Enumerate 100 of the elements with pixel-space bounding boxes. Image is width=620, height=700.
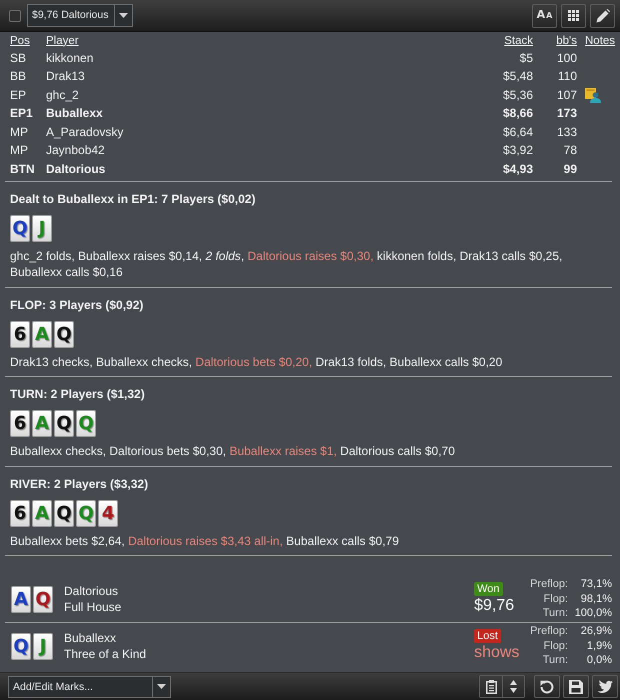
- stack-amount: $6,64: [502, 124, 533, 140]
- position-cell: EP1: [10, 106, 33, 122]
- clipboard-icon: [486, 680, 496, 694]
- playing-card: 6: [10, 500, 30, 526]
- player-name: A_Paradovsky: [46, 124, 124, 140]
- hand-rank: Three of a Kind: [64, 646, 146, 662]
- player-name: ghc_2: [46, 88, 79, 103]
- result-badge: Lost: [474, 629, 501, 643]
- street-title: RIVER: 2 Players ($3,32): [10, 476, 150, 492]
- equity-value: 1,9%: [586, 638, 612, 654]
- big-blind-count: 99: [564, 162, 577, 177]
- player-name: Drak13: [46, 69, 85, 84]
- column-header[interactable]: bb's: [556, 34, 577, 48]
- up-down-arrows-icon: [510, 680, 517, 693]
- save-icon: [569, 680, 583, 694]
- action-text: ghc_2 folds, Buballexx raises $0,14, 2 folds, Daltorious raises $0,30, kikkonen folds, Drak13 calls $0,25, Buballexx calls $0,16: [10, 248, 564, 280]
- player-name: Daltorious: [64, 582, 118, 599]
- result-amount: $9,76: [474, 596, 514, 616]
- pencil-icon: [596, 8, 610, 22]
- playing-card: A: [11, 586, 31, 612]
- equity-label: Preflop:: [530, 577, 568, 592]
- playing-card: 4: [98, 500, 118, 526]
- equity-label: Flop:: [544, 592, 568, 606]
- equity-value: 98,1%: [580, 592, 612, 606]
- playing-card: 6: [10, 410, 30, 437]
- spinner-button[interactable]: [502, 676, 524, 697]
- column-header[interactable]: Notes: [585, 34, 616, 48]
- checkbox[interactable]: [9, 10, 21, 22]
- playing-card: Q: [54, 500, 74, 526]
- marks-dropdown[interactable]: Add/Edit Marks...: [8, 676, 171, 698]
- playing-card: Q: [54, 320, 74, 348]
- position-cell: BTN: [10, 162, 35, 177]
- stack-amount: $8,66: [502, 106, 533, 122]
- stack-amount: $5: [520, 50, 533, 66]
- stack-amount: $5,36: [502, 88, 533, 103]
- clipboard-button[interactable]: [480, 676, 502, 697]
- player-name: Buballexx: [46, 106, 103, 122]
- position-cell: MP: [10, 124, 28, 140]
- equity-label: Turn:: [542, 653, 568, 668]
- playing-card: A: [32, 500, 52, 526]
- playing-card: Q: [11, 632, 31, 660]
- playing-card: 6: [10, 320, 30, 348]
- playing-card: Q: [76, 500, 96, 526]
- action-text: Buballexx checks, Daltorious bets $0,30, Buballexx raises $1, Daltorious calls $0,70: [10, 443, 456, 460]
- player-name: kikkonen: [46, 50, 94, 66]
- big-blind-count: 110: [558, 69, 577, 84]
- equity-label: Preflop:: [530, 624, 568, 639]
- column-header[interactable]: Pos: [10, 34, 30, 48]
- position-cell: BB: [10, 69, 26, 84]
- big-blind-count: 100: [556, 50, 577, 66]
- equity-value: 26,9%: [580, 624, 612, 639]
- position-cell: SB: [10, 50, 26, 66]
- big-blind-count: 107: [556, 88, 577, 103]
- player-name: Jaynbob42: [46, 143, 105, 158]
- share-button[interactable]: [592, 675, 618, 698]
- position-cell: MP: [10, 143, 28, 158]
- caret-icon: [119, 13, 128, 18]
- hand-dropdown[interactable]: $9,76 Daltorious: [27, 4, 133, 27]
- big-blind-count: 173: [556, 106, 577, 122]
- playing-card: Q: [54, 410, 74, 437]
- action-text: Buballexx bets $2,64, Daltorious raises $3,43 all-in, Buballexx calls $0,79: [10, 532, 400, 549]
- grid-button[interactable]: [561, 4, 586, 28]
- street-title: FLOP: 3 Players ($0,92): [10, 296, 144, 314]
- note-person-icon[interactable]: [585, 88, 601, 103]
- big-blind-count: 78: [564, 143, 577, 158]
- equity-value: 73,1%: [580, 577, 612, 592]
- result-badge: Won: [474, 582, 502, 596]
- playing-card: J: [32, 214, 52, 242]
- big-blind-count: 133: [556, 124, 577, 140]
- stack-amount: $3,92: [502, 143, 533, 158]
- column-header[interactable]: Stack: [504, 34, 533, 48]
- playing-card: Q: [76, 410, 96, 437]
- action-text: Drak13 checks, Buballexx checks, Daltorious bets $0,20, Drak13 folds, Buballexx calls $0,20: [10, 354, 504, 370]
- playing-card: A: [32, 410, 52, 437]
- caret-icon: [157, 684, 166, 689]
- equity-value: 100,0%: [574, 606, 612, 621]
- equity-value: 0,0%: [586, 653, 612, 668]
- bird-icon: [597, 680, 613, 693]
- player-name: Daltorious: [46, 162, 106, 177]
- playing-card: A: [32, 320, 52, 348]
- position-cell: EP: [10, 88, 26, 103]
- equity-label: Turn:: [542, 606, 568, 621]
- playing-card: Q: [33, 586, 53, 612]
- street-title: Dealt to Buballexx in EP1: 7 Players ($0,02): [10, 190, 256, 208]
- column-header[interactable]: Player: [46, 34, 79, 48]
- grid-icon: [568, 10, 579, 21]
- equity-label: Flop:: [544, 638, 568, 654]
- edit-button[interactable]: [590, 4, 615, 28]
- refresh-icon: [540, 680, 554, 694]
- result-amount: shows: [474, 643, 520, 663]
- font-size-button[interactable]: AA: [532, 4, 557, 28]
- hand-rank: Full House: [64, 599, 122, 616]
- stack-amount: $5,48: [502, 69, 533, 84]
- playing-card: Q: [10, 214, 30, 242]
- street-title: TURN: 2 Players ($1,32): [10, 386, 146, 403]
- player-name: Buballexx: [64, 630, 116, 646]
- save-button[interactable]: [563, 675, 589, 698]
- refresh-button[interactable]: [534, 675, 560, 698]
- playing-card: J: [33, 632, 53, 660]
- stack-amount: $4,93: [502, 162, 533, 177]
